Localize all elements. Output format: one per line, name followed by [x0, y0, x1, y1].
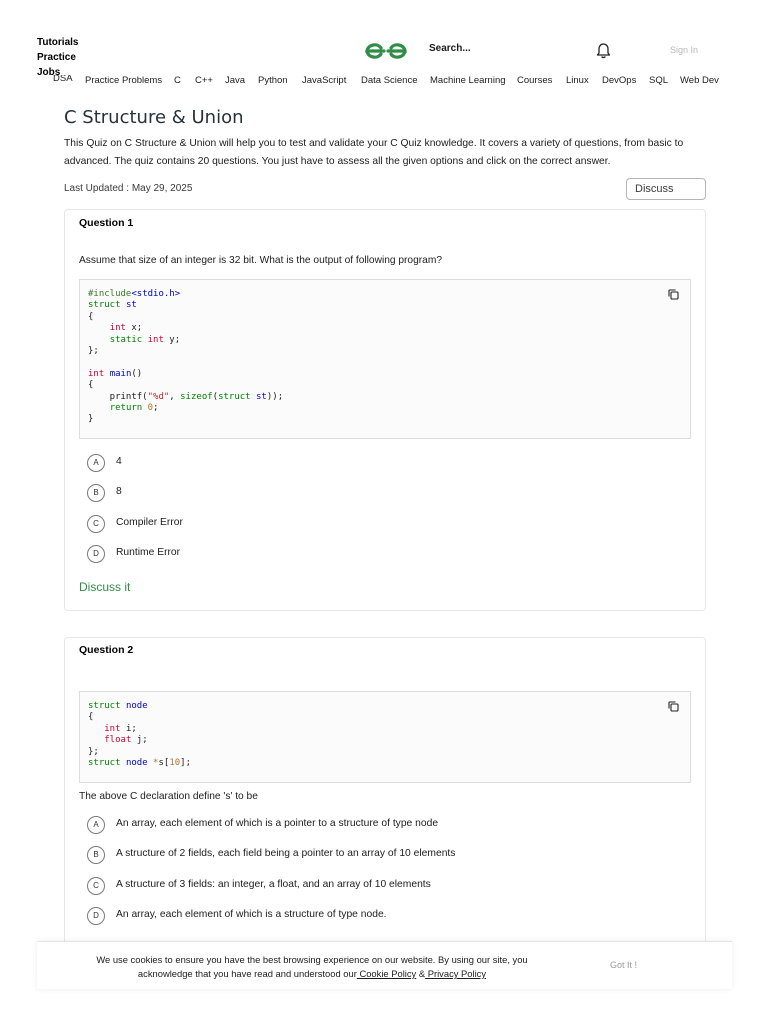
nav-item-sql[interactable]: SQL — [649, 75, 668, 86]
article-intro: This Quiz on C Structure & Union will he… — [64, 138, 684, 167]
search-input[interactable]: Search... — [429, 43, 471, 54]
nav-item-web-dev[interactable]: Web Dev — [680, 75, 719, 86]
discuss-it-link[interactable]: Discuss it — [79, 580, 130, 594]
question-title: Question 2 — [79, 644, 134, 656]
cookie-banner: We use cookies to ensure you have the be… — [37, 941, 732, 989]
code-text: #include<stdio.h> struct st { int x; sta… — [88, 289, 284, 425]
nav-item-java[interactable]: Java — [225, 75, 245, 86]
discuss-button[interactable]: Discuss — [626, 178, 706, 200]
option-text: Compiler Error — [116, 517, 183, 528]
option-text: A structure of 2 fields, each field bein… — [116, 848, 456, 859]
nav-item-dsa[interactable]: DSA — [53, 75, 73, 84]
option-text: 8 — [116, 486, 122, 497]
nav-item-linux[interactable]: Linux — [566, 75, 589, 86]
question-card-1: Question 1 Assume that size of an intege… — [64, 209, 706, 611]
cookie-text: We use cookies to ensure you have the be… — [77, 953, 547, 981]
top-nav: DSA Practice Problems C C++ Java Python … — [53, 75, 753, 89]
option-letter: C — [87, 515, 105, 533]
option-letter: B — [87, 846, 105, 864]
question-text: The above C declaration define 's' to be — [79, 791, 258, 802]
copy-icon[interactable] — [668, 289, 679, 300]
nav-item-courses[interactable]: Courses — [517, 75, 552, 86]
question-text: Assume that size of an integer is 32 bit… — [79, 255, 442, 266]
privacy-policy-link[interactable]: Privacy Policy — [425, 968, 486, 979]
option-letter: A — [87, 454, 105, 472]
bell-icon[interactable] — [596, 42, 611, 59]
nav-item-cpp[interactable]: C++ — [195, 75, 213, 86]
option-letter: B — [87, 484, 105, 502]
option-letter: D — [87, 907, 105, 925]
code-block: struct node { int i; float j; }; struct … — [79, 691, 691, 783]
nav-item-python[interactable]: Python — [258, 75, 288, 86]
tutorials-link[interactable]: Tutorials — [37, 35, 78, 50]
site-header: Tutorials Practice Jobs Search... Sign I… — [0, 0, 768, 96]
cookie-text-line1: We use cookies to ensure you have the be… — [96, 954, 528, 965]
option-text: An array, each element of which is a str… — [116, 909, 387, 920]
cookie-amp: & — [416, 968, 426, 979]
sign-in-button[interactable]: Sign In — [670, 45, 698, 55]
nav-item-practice-problems[interactable]: Practice Problems — [85, 75, 162, 86]
option-text: A structure of 3 fields: an integer, a f… — [116, 879, 431, 890]
option-letter: C — [87, 877, 105, 895]
option-text: Runtime Error — [116, 547, 181, 558]
question-card-2: Question 2 struct node { int i; float j;… — [64, 637, 706, 957]
last-updated: Last Updated : May 29, 2025 — [64, 183, 193, 194]
cookie-text-line2: acknowledge that you have read and under… — [137, 968, 357, 979]
practice-link[interactable]: Practice — [37, 50, 78, 65]
option-letter: A — [87, 816, 105, 834]
gfg-logo-icon[interactable] — [364, 40, 408, 62]
copy-icon[interactable] — [668, 701, 679, 712]
nav-item-javascript[interactable]: JavaScript — [302, 75, 346, 86]
page-title: C Structure & Union — [64, 107, 244, 128]
option-text: 4 — [116, 456, 122, 467]
code-block: #include<stdio.h> struct st { int x; sta… — [79, 279, 691, 439]
option-letter: D — [87, 545, 105, 563]
nav-item-devops[interactable]: DevOps — [602, 75, 636, 86]
got-it-button[interactable]: Got It ! — [610, 960, 637, 970]
nav-item-data-science[interactable]: Data Science — [361, 75, 418, 86]
nav-item-machine-learning[interactable]: Machine Learning — [430, 75, 506, 86]
code-text: struct node { int i; float j; }; struct … — [88, 701, 191, 769]
option-text: An array, each element of which is a poi… — [116, 818, 439, 829]
side-links: Tutorials Practice Jobs — [37, 35, 78, 80]
nav-item-c[interactable]: C — [174, 75, 181, 86]
cookie-policy-link[interactable]: Cookie Policy — [357, 968, 416, 979]
question-title: Question 1 — [79, 217, 134, 229]
